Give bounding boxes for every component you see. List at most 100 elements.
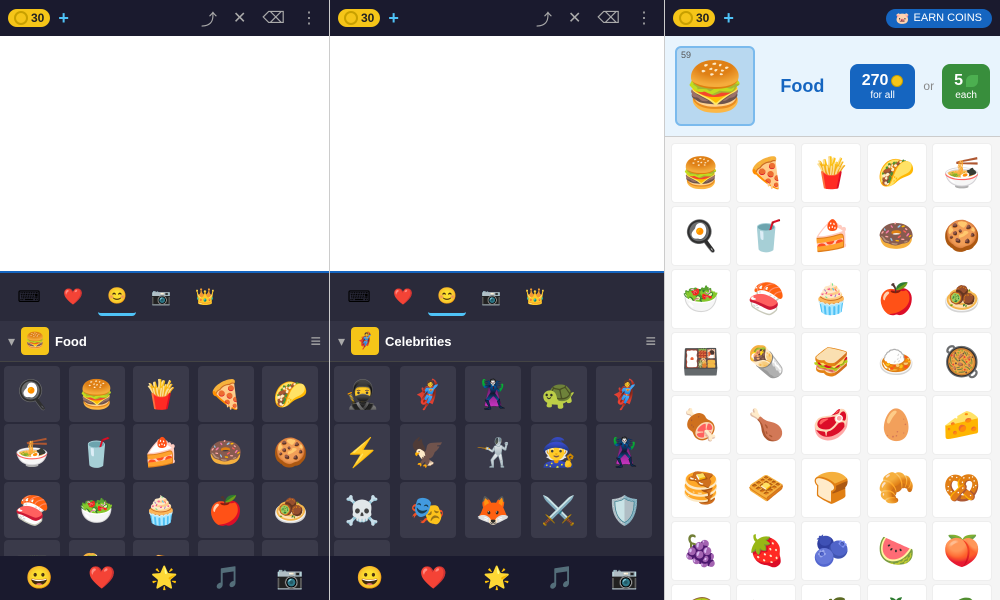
sticker-item[interactable]: 🦹 — [465, 366, 521, 422]
sticker-item[interactable]: 🍱 — [671, 332, 731, 392]
sticker-item[interactable]: ⚔️ — [531, 482, 587, 538]
sticker-item[interactable]: 🍓 — [736, 521, 796, 581]
sticker-item[interactable]: 🥷 — [334, 366, 390, 422]
sticker-item[interactable]: 🥤 — [69, 424, 125, 480]
bottom-emoji-1[interactable]: 😀 — [26, 565, 53, 591]
sticker-item[interactable]: 🫐 — [801, 521, 861, 581]
add-sticker-button-mid[interactable]: + — [334, 540, 390, 556]
coin-badge-mid[interactable]: 30 — [338, 9, 380, 27]
plus-button-right[interactable]: + — [723, 8, 734, 29]
sticker-item[interactable]: 🍍 — [867, 584, 927, 600]
crown-icon-mid[interactable]: 👑 — [516, 278, 554, 316]
sticker-item[interactable]: 🧆 — [262, 482, 318, 538]
sticker-item[interactable]: ⚡ — [334, 424, 390, 480]
chevron-celebrities[interactable]: ▾ — [338, 333, 345, 350]
emoji-icon-mid[interactable]: 😊 — [428, 278, 466, 316]
sticker-item[interactable]: 🦹 — [596, 424, 652, 480]
sticker-item[interactable]: 🍣 — [4, 482, 60, 538]
sticker-item[interactable]: 🥐 — [867, 458, 927, 518]
sticker-item[interactable]: 🍰 — [133, 424, 189, 480]
bottom-emoji-mid-3[interactable]: 🌟 — [483, 565, 510, 591]
sticker-item[interactable]: 🍉 — [867, 521, 927, 581]
sticker-item[interactable]: 🍔 — [69, 366, 125, 422]
sticker-item[interactable]: 🥪 — [133, 540, 189, 556]
sticker-item[interactable]: 🧙 — [531, 424, 587, 480]
sticker-item[interactable]: 🎭 — [400, 482, 456, 538]
sticker-item[interactable]: 🍟 — [133, 366, 189, 422]
sticker-item[interactable]: 🥘 — [932, 332, 992, 392]
sticker-item[interactable]: 🍕 — [198, 366, 254, 422]
sticker-item[interactable]: 🐢 — [531, 366, 587, 422]
sticker-item[interactable]: 🥚 — [867, 395, 927, 455]
sticker-item[interactable]: 🧁 — [801, 269, 861, 329]
sticker-item[interactable]: 🍩 — [867, 206, 927, 266]
sticker-item[interactable]: 🍑 — [932, 521, 992, 581]
backspace-icon-left[interactable]: ⌫ — [258, 6, 289, 30]
plus-button-mid[interactable]: + — [388, 8, 399, 29]
plus-button-left[interactable]: + — [58, 8, 69, 29]
sticker-item[interactable]: 🍖 — [671, 395, 731, 455]
sticker-item[interactable]: 🍰 — [801, 206, 861, 266]
close-icon-left[interactable]: ✕ — [229, 6, 250, 30]
sticker-item[interactable]: 🥩 — [801, 395, 861, 455]
sticker-item[interactable]: 🍪 — [932, 206, 992, 266]
sticker-item[interactable]: 🥞 — [671, 458, 731, 518]
earn-coins-button[interactable]: 🐷 EARN COINS — [886, 9, 992, 28]
preview-sticker-box[interactable]: 59 🍔 — [675, 46, 755, 126]
sticker-item[interactable]: 🍎 — [867, 269, 927, 329]
sticker-item[interactable]: 🌮 — [262, 366, 318, 422]
text-area-mid[interactable] — [330, 36, 664, 273]
sticker-item[interactable]: 🍳 — [671, 206, 731, 266]
sticker-item[interactable]: 🧇 — [736, 458, 796, 518]
sticker-item[interactable]: 🍳 — [4, 366, 60, 422]
heart-icon-left[interactable]: ❤️ — [54, 278, 92, 316]
text-area-left[interactable] — [0, 36, 329, 273]
keyboard-icon-left[interactable]: ⌨ — [10, 278, 48, 316]
backspace-icon-mid[interactable]: ⌫ — [593, 6, 624, 30]
sticker-item[interactable]: 🍟 — [801, 143, 861, 203]
sticker-item[interactable]: 🍛 — [867, 332, 927, 392]
crown-icon-left[interactable]: 👑 — [186, 278, 224, 316]
share-icon-left[interactable]: ⤴ — [197, 4, 221, 32]
sticker-item[interactable]: 🌯 — [736, 332, 796, 392]
bottom-emoji-5[interactable]: 📷 — [276, 565, 303, 591]
sticker-item[interactable]: 🍛 — [198, 540, 254, 556]
sticker-item[interactable]: 🍜 — [4, 424, 60, 480]
sticker-item[interactable]: 🥨 — [932, 458, 992, 518]
sticker-item[interactable]: 🥤 — [736, 206, 796, 266]
sticker-item[interactable]: 🥪 — [801, 332, 861, 392]
menu-icon-left[interactable]: ⋮ — [297, 6, 321, 30]
sticker-item[interactable]: 🍣 — [736, 269, 796, 329]
buy-each-button[interactable]: 5 each — [942, 64, 990, 109]
camera-icon-left[interactable]: 📷 — [142, 278, 180, 316]
sticker-item[interactable]: 🛡️ — [596, 482, 652, 538]
sticker-item[interactable]: 🍋 — [736, 584, 796, 600]
sticker-item[interactable]: 🥗 — [69, 482, 125, 538]
camera-icon-mid[interactable]: 📷 — [472, 278, 510, 316]
sticker-item[interactable]: 🧆 — [932, 269, 992, 329]
sticker-item[interactable]: 🦸 — [596, 366, 652, 422]
sticker-item[interactable]: 🌯 — [69, 540, 125, 556]
sticker-item[interactable]: 🥭 — [932, 584, 992, 600]
sticker-item[interactable]: 🍔 — [671, 143, 731, 203]
sticker-item[interactable]: 🍎 — [198, 482, 254, 538]
bottom-emoji-mid-2[interactable]: ❤️ — [420, 565, 447, 591]
coin-badge-right[interactable]: 30 — [673, 9, 715, 27]
sticker-item[interactable]: 🍪 — [262, 424, 318, 480]
sticker-item[interactable]: 🍜 — [932, 143, 992, 203]
sticker-item[interactable]: 🍕 — [736, 143, 796, 203]
sticker-item[interactable]: 🥝 — [671, 584, 731, 600]
sticker-item[interactable]: 🥗 — [671, 269, 731, 329]
heart-icon-mid[interactable]: ❤️ — [384, 278, 422, 316]
sticker-item[interactable]: 🦊 — [465, 482, 521, 538]
add-sticker-button-left[interactable]: + — [262, 540, 318, 556]
sticker-item[interactable]: 🦸 — [400, 366, 456, 422]
sticker-item[interactable]: 🧁 — [133, 482, 189, 538]
sticker-item[interactable]: 🍇 — [671, 521, 731, 581]
sticker-item[interactable]: 🍗 — [736, 395, 796, 455]
sticker-item[interactable]: 🍞 — [801, 458, 861, 518]
sticker-item[interactable]: 🧀 — [932, 395, 992, 455]
sticker-item[interactable]: 🍩 — [198, 424, 254, 480]
sticker-item[interactable]: 🤺 — [465, 424, 521, 480]
bottom-emoji-4[interactable]: 🎵 — [213, 565, 240, 591]
